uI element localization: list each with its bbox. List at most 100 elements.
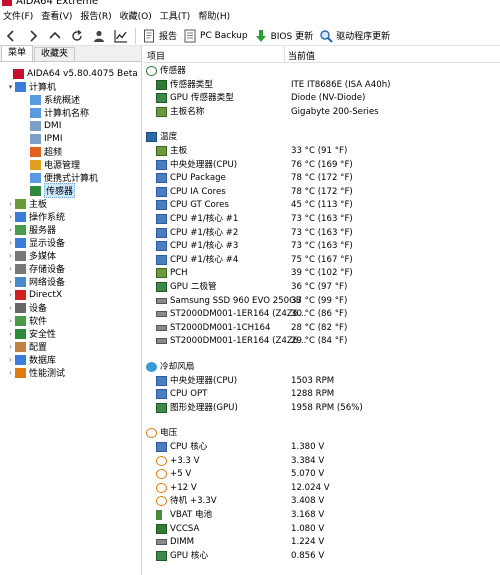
tree-item[interactable]: 系统概述 [21,93,80,106]
sensor-row[interactable]: CPU OPT 1288 RPM [143,388,500,401]
tree-item[interactable]: 电源管理 [21,158,80,171]
group-header[interactable]: 温度 [143,131,500,144]
chart-button[interactable] [110,26,132,46]
tree-item[interactable]: › 显示设备 [6,236,65,249]
expand-toggle-icon[interactable]: › [6,265,15,273]
expand-toggle-icon[interactable]: › [6,239,15,247]
sensor-row[interactable]: Samsung SSD 960 EVO 250GB 37 °C (99 °F) [143,295,500,308]
menu-report[interactable]: 报告(R) [76,9,115,26]
tab-menu[interactable]: 菜单 [1,45,34,61]
tree-item[interactable]: › 配置 [6,340,47,353]
row-value: 30 °C (86 °F) [291,309,348,320]
sensor-row[interactable]: 主板名称 Gigabyte 200-Series [143,106,500,119]
sensor-row[interactable]: +12 V 12.024 V [143,482,500,495]
menu-view[interactable]: 查看(V) [37,9,76,26]
sensor-row[interactable]: +5 V 5.070 V [143,468,500,481]
tree-item[interactable]: 传感器 [21,183,76,198]
column-item[interactable]: 项目 [147,49,165,62]
group-header[interactable]: 冷却风扇 [143,361,500,374]
pc-backup-button[interactable]: PC Backup [180,26,251,46]
sensor-row[interactable]: +3.3 V 3.384 V [143,455,500,468]
tree-item[interactable]: DMI [21,119,61,132]
tree-item[interactable]: › 网络设备 [6,275,65,288]
sensor-row[interactable]: GPU 二极管 36 °C (97 °F) [143,281,500,294]
tree-item[interactable]: › 存储设备 [6,262,65,275]
sensor-row[interactable]: CPU #1/核心 #1 73 °C (163 °F) [143,213,500,226]
sensor-row[interactable]: 中央处理器(CPU) 76 °C (169 °F) [143,159,500,172]
expand-toggle-icon[interactable]: › [6,343,15,351]
group-header[interactable]: 电压 [143,427,500,440]
tree-item[interactable]: › 安全性 [6,327,56,340]
sensor-row[interactable]: CPU 核心 1.380 V [143,441,500,454]
tree-item[interactable]: ▾ 计算机 [6,80,56,93]
tree-item[interactable]: 计算机名称 [21,106,89,119]
tree-item-label: IPMI [44,133,63,144]
group-header[interactable]: 传感器 [143,65,500,78]
sensor-row[interactable]: ST2000DM001-1ER164 (Z4Z6... 30 °C (86 °F) [143,308,500,321]
refresh-button[interactable] [66,26,88,46]
sensor-row[interactable]: DIMM 1.224 V [143,536,500,549]
sensor-row[interactable]: CPU #1/核心 #3 73 °C (163 °F) [143,240,500,253]
column-value[interactable]: 当前值 [288,49,315,62]
menu-favorites[interactable]: 收藏(O) [116,9,156,26]
tree-item-icon [15,224,26,235]
user-button[interactable] [88,26,110,46]
tree-item[interactable]: › 服务器 [6,223,56,236]
tree-item[interactable]: › 操作系统 [6,210,65,223]
expand-toggle-icon[interactable]: › [6,252,15,260]
sensor-row[interactable]: ST2000DM001-1ER164 (Z4Z6... 29 °C (84 °F) [143,335,500,348]
sensor-row[interactable]: ST2000DM001-1CH164 28 °C (82 °F) [143,322,500,335]
expand-toggle-icon[interactable]: › [6,226,15,234]
menu-tools[interactable]: 工具(T) [156,9,195,26]
menu-file[interactable]: 文件(F) [0,9,37,26]
sensor-row[interactable]: 中央处理器(CPU) 1503 RPM [143,375,500,388]
sensor-row[interactable]: GPU 传感器类型 Diode (NV-Diode) [143,92,500,105]
sensor-row[interactable]: CPU IA Cores 78 °C (172 °F) [143,186,500,199]
sensor-row[interactable]: 传感器类型 ITE IT8686E (ISA A40h) [143,79,500,92]
tree-item[interactable]: 超频 [21,145,62,158]
sensor-row[interactable]: CPU GT Cores 45 °C (113 °F) [143,199,500,212]
sensor-row[interactable]: 主板 33 °C (91 °F) [143,145,500,158]
expand-toggle-icon[interactable]: › [6,304,15,312]
back-button[interactable] [0,26,22,46]
sensor-row[interactable]: VBAT 电池 3.168 V [143,509,500,522]
tree-item[interactable]: › DirectX [6,288,62,301]
tree-item[interactable]: IPMI [21,132,63,145]
sensor-row[interactable]: VCCSA 1.080 V [143,523,500,536]
sensor-row[interactable]: CPU #1/核心 #4 75 °C (167 °F) [143,254,500,267]
tab-favorites[interactable]: 收藏夹 [34,47,76,61]
tree-item[interactable]: › 多媒体 [6,249,56,262]
tree-item-icon [30,107,41,118]
sensor-row[interactable]: 待机 +3.3V 3.408 V [143,495,500,508]
sensor-row[interactable]: CPU Package 78 °C (172 °F) [143,172,500,185]
expand-toggle-icon[interactable]: › [6,291,15,299]
tree-item[interactable]: › 设备 [6,301,47,314]
expand-toggle-icon[interactable]: › [6,317,15,325]
tree-item[interactable]: › 性能测试 [6,366,65,379]
expand-toggle-icon[interactable]: › [6,200,15,208]
sensor-row[interactable]: GPU 核心 0.856 V [143,550,500,563]
driver-update-button[interactable]: 驱动程序更新 [316,26,393,46]
expand-toggle-icon[interactable]: › [6,369,15,377]
menu-help[interactable]: 帮助(H) [194,9,234,26]
tree-item[interactable]: AIDA64 v5.80.4075 Beta [4,67,138,80]
tree-item-icon [15,289,26,300]
tree-item[interactable]: › 数据库 [6,353,56,366]
expand-toggle-icon[interactable]: › [6,213,15,221]
expand-toggle-icon[interactable]: › [6,356,15,364]
tree-item[interactable]: › 软件 [6,314,47,327]
sensor-row[interactable]: 图形处理器(GPU) 1958 RPM (56%) [143,402,500,415]
expand-toggle-icon[interactable]: › [6,330,15,338]
column-divider[interactable] [284,46,285,63]
expand-toggle-icon[interactable]: › [6,278,15,286]
sensor-row[interactable]: PCH 39 °C (102 °F) [143,267,500,280]
report-button[interactable]: 报告 [139,26,180,46]
up-button[interactable] [44,26,66,46]
window-title: AIDA64 Extreme [16,0,99,7]
bios-update-button[interactable]: BIOS 更新 [251,26,317,46]
expand-toggle-icon[interactable]: ▾ [6,83,15,91]
sensor-row[interactable]: CPU #1/核心 #2 73 °C (163 °F) [143,227,500,240]
pc-backup-label: PC Backup [200,30,248,41]
tree-item[interactable]: › 主板 [6,197,47,210]
forward-button[interactable] [22,26,44,46]
